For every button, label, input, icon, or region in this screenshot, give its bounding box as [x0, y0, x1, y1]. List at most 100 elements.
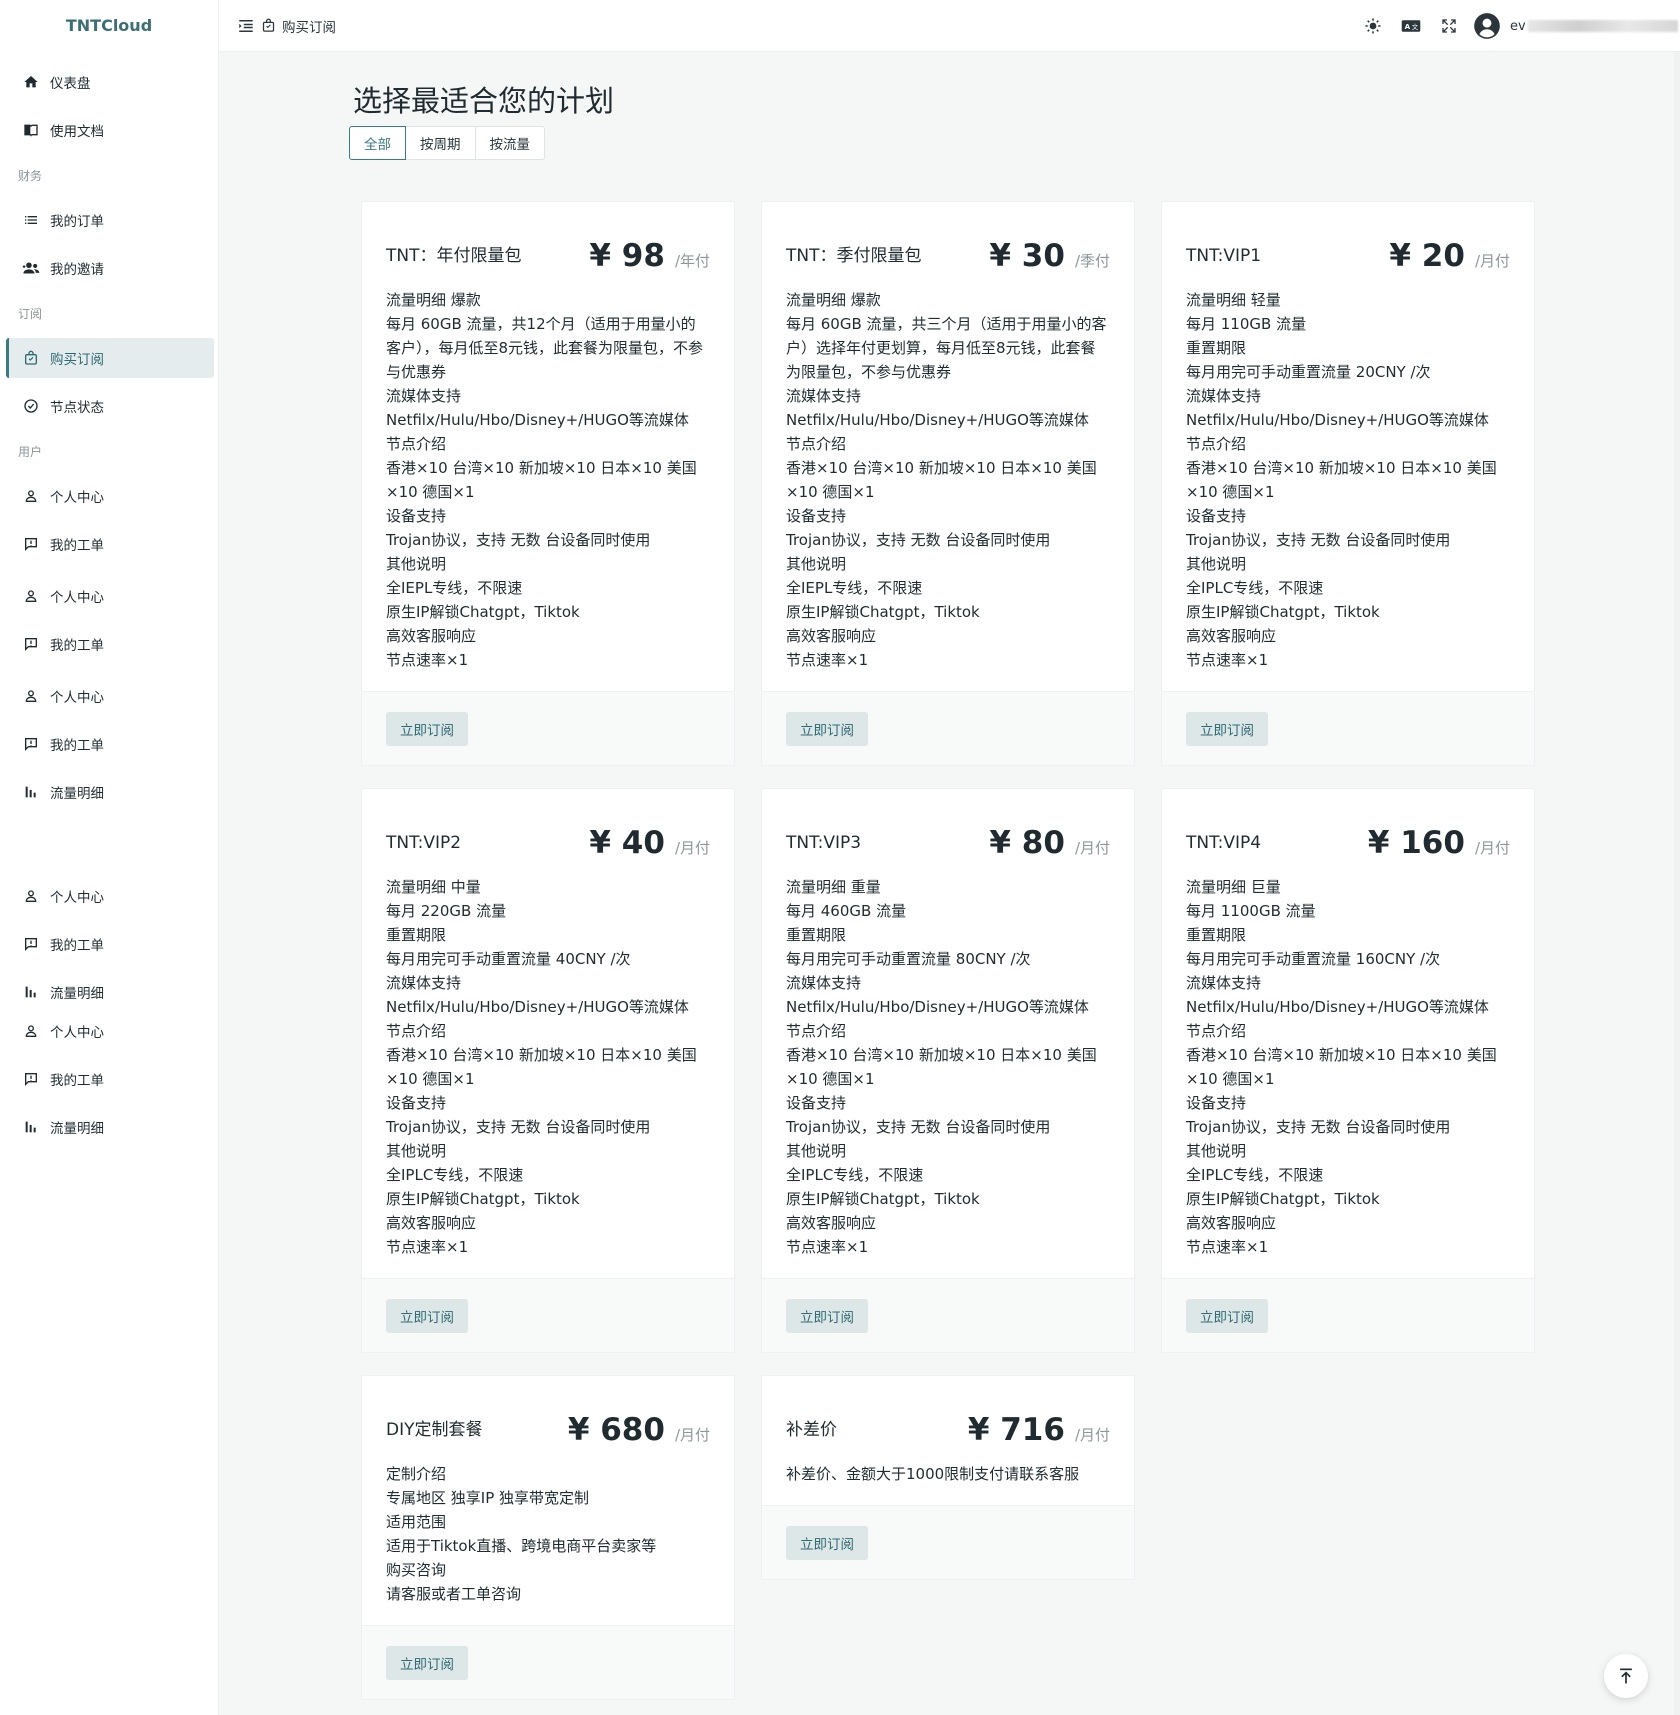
plan-description: 流量明细 爆款 每月 60GB 流量，共三个月（适用于用量小的客户）选择年付更划算…: [762, 274, 1134, 672]
plan-price-amount: ¥ 716: [967, 1412, 1065, 1448]
plan-description-line: 补差价、金额大于1000限制支付请联系客服: [786, 1465, 1080, 1483]
sidebar-item-orders[interactable]: 我的订单: [6, 200, 214, 240]
sidebar-item-traffic[interactable]: 流量明细: [6, 772, 214, 812]
feedback-icon: [22, 735, 40, 753]
sidebar-item-tickets[interactable]: 我的工单: [6, 624, 214, 664]
subscribe-button[interactable]: 立即订阅: [386, 712, 468, 746]
sidebar-item-invites[interactable]: 我的邀请: [6, 248, 214, 288]
plan-description-line: 香港×10 台湾×10 新加坡×10 日本×10 美国×10 德国×1: [1186, 1046, 1497, 1088]
subscribe-button[interactable]: 立即订阅: [786, 1526, 868, 1560]
sidebar-item-tickets[interactable]: 我的工单: [6, 524, 214, 564]
plan-description-line: 每月 460GB 流量: [786, 902, 907, 920]
plan-description-line: 适用于Tiktok直播、跨境电商平台卖家等: [386, 1537, 657, 1555]
subscribe-button[interactable]: 立即订阅: [1186, 1299, 1268, 1333]
sidebar: TNTCloud 仪表盘 使用文档 财务 我的订单 我的邀请 订阅 购买订阅 节…: [0, 0, 219, 1715]
plan-description-line: Netfilx/Hulu/Hbo/Disney+/HUGO等流媒体: [386, 411, 689, 429]
plan-description-line: 高效客服响应: [786, 627, 877, 645]
translate-icon[interactable]: A文: [1392, 7, 1430, 45]
plan-description-line: 流媒体支持: [1186, 974, 1262, 992]
plan-description-line: 高效客服响应: [1186, 627, 1277, 645]
theme-toggle-icon[interactable]: [1354, 7, 1392, 45]
subscribe-button[interactable]: 立即订阅: [786, 1299, 868, 1333]
scrollbar-track[interactable]: [1674, 52, 1680, 1715]
tab-by-period[interactable]: 按周期: [405, 126, 476, 160]
plan-card: 补差价 ¥ 716/月付 补差价、金额大于1000限制支付请联系客服 立即订阅: [761, 1375, 1135, 1580]
plan-description-line: 每月用完可手动重置流量 80CNY /次: [786, 950, 1031, 968]
subscribe-button[interactable]: 立即订阅: [386, 1646, 468, 1680]
sidebar-item-node-status[interactable]: 节点状态: [6, 386, 214, 426]
sidebar-item-label: 我的邀请: [50, 262, 104, 278]
sidebar-item-buy-subscription[interactable]: 购买订阅: [6, 338, 214, 378]
subscribe-button[interactable]: 立即订阅: [386, 1299, 468, 1333]
person-icon: [22, 687, 40, 705]
subscribe-button[interactable]: 立即订阅: [786, 712, 868, 746]
plan-card-footer: 立即订阅: [762, 1278, 1134, 1352]
plan-description-line: 流量明细 中量: [386, 878, 481, 896]
plan-card-header: TNT：季付限量包 ¥ 30/季付: [762, 202, 1134, 274]
plan-description-line: 香港×10 台湾×10 新加坡×10 日本×10 美国×10 德国×1: [386, 1046, 697, 1088]
sidebar-item-tickets[interactable]: 我的工单: [6, 1059, 214, 1099]
plan-description-line: Netfilx/Hulu/Hbo/Disney+/HUGO等流媒体: [786, 411, 1089, 429]
plan-description-line: 香港×10 台湾×10 新加坡×10 日本×10 美国×10 德国×1: [386, 459, 697, 501]
plan-description-line: 流量明细 爆款: [786, 291, 881, 309]
sidebar-item-label: 我的工单: [50, 738, 104, 754]
plan-description-line: 流量明细 轻量: [1186, 291, 1281, 309]
back-to-top-button[interactable]: [1604, 1654, 1648, 1698]
sidebar-item-docs[interactable]: 使用文档: [6, 110, 214, 150]
subscribe-button[interactable]: 立即订阅: [1186, 712, 1268, 746]
breadcrumb: 购买订阅: [237, 16, 336, 36]
plan-description-line: 节点速率×1: [786, 1238, 869, 1256]
menu-fold-icon[interactable]: [237, 17, 255, 35]
sidebar-item-profile[interactable]: 个人中心: [6, 576, 214, 616]
plan-description: 补差价、金额大于1000限制支付请联系客服: [762, 1448, 1134, 1486]
username[interactable]: ev: [1510, 19, 1680, 34]
plan-card-header: TNT：年付限量包 ¥ 98/年付: [362, 202, 734, 274]
plan-price: ¥ 716/月付: [968, 1412, 1110, 1448]
sidebar-item-traffic[interactable]: 流量明细: [6, 1107, 214, 1147]
plan-name: TNT:VIP1: [1186, 246, 1262, 266]
svg-text:A: A: [1405, 22, 1411, 31]
plan-description: 流量明细 爆款 每月 60GB 流量，共12个月（适用于用量小的客户），每月低至8…: [362, 274, 734, 672]
breadcrumb-label[interactable]: 购买订阅: [282, 16, 336, 36]
plan-card-footer: 立即订阅: [362, 1625, 734, 1699]
plan-description-line: 每月 220GB 流量: [386, 902, 507, 920]
plan-price: ¥ 20/月付: [1389, 238, 1510, 274]
bar-chart-icon: [22, 783, 40, 801]
sidebar-item-label: 我的工单: [50, 938, 104, 954]
plan-description-line: 每月用完可手动重置流量 20CNY /次: [1186, 363, 1431, 381]
avatar-icon[interactable]: [1468, 7, 1506, 45]
sidebar-item-dashboard[interactable]: 仪表盘: [6, 62, 214, 102]
sidebar-item-label: 个人中心: [50, 490, 104, 506]
tab-by-traffic[interactable]: 按流量: [474, 126, 545, 160]
plan-description-line: 流量明细 重量: [786, 878, 881, 896]
fullscreen-icon[interactable]: [1430, 7, 1468, 45]
feedback-icon: [22, 1070, 40, 1088]
plan-description-line: Trojan协议，支持 无数 台设备同时使用: [786, 1118, 1051, 1136]
plan-description-line: 高效客服响应: [386, 1214, 477, 1232]
plan-card: TNT：年付限量包 ¥ 98/年付 流量明细 爆款 每月 60GB 流量，共12个月（…: [361, 201, 735, 766]
plan-description-line: 其他说明: [1186, 555, 1247, 573]
plan-card-footer: 立即订阅: [362, 1278, 734, 1352]
sidebar-item-tickets[interactable]: 我的工单: [6, 724, 214, 764]
plan-name: DIY定制套餐: [386, 1420, 483, 1440]
sidebar-item-profile[interactable]: 个人中心: [6, 476, 214, 516]
brand-logo[interactable]: TNTCloud: [0, 0, 218, 50]
sidebar-item-profile[interactable]: 个人中心: [6, 1011, 214, 1051]
sidebar-item-tickets[interactable]: 我的工单: [6, 924, 214, 964]
plan-description-line: 节点介绍: [786, 435, 847, 453]
plan-card-footer: 立即订阅: [1162, 691, 1534, 765]
person-icon: [22, 487, 40, 505]
tab-all[interactable]: 全部: [349, 126, 406, 160]
person-icon: [22, 1022, 40, 1040]
sidebar-item-profile[interactable]: 个人中心: [6, 876, 214, 916]
plan-description-line: 其他说明: [386, 555, 447, 573]
sidebar-item-traffic[interactable]: 流量明细: [6, 972, 214, 1012]
sidebar-item-profile[interactable]: 个人中心: [6, 676, 214, 716]
plan-price-unit: /月付: [1074, 839, 1110, 857]
plan-description-line: 每月用完可手动重置流量 160CNY /次: [1186, 950, 1441, 968]
plan-description-line: 节点介绍: [786, 1022, 847, 1040]
sidebar-item-label: 仪表盘: [50, 76, 91, 92]
plan-description: 定制介绍 专属地区 独享IP 独享带宽定制 适用范围 适用于Tiktok直播、跨境电商…: [362, 1448, 734, 1606]
plan-description-line: 设备支持: [786, 1094, 847, 1112]
sidebar-item-label: 流量明细: [50, 1121, 104, 1137]
